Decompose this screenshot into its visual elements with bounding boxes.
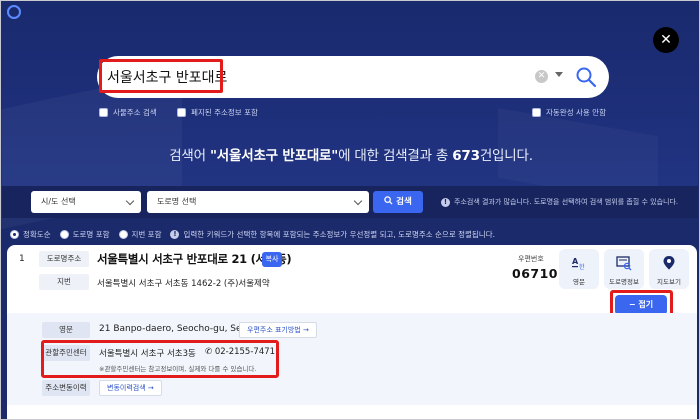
road-select[interactable]: 도로명 선택 xyxy=(147,191,369,213)
logo-icon xyxy=(7,5,21,19)
select-label: 도로명 선택 xyxy=(157,197,197,206)
jibun-address-tag: 지번 xyxy=(39,274,89,290)
option-label: 사물주소 검색 xyxy=(113,107,157,117)
sort-jibun[interactable]: 지번 포함 xyxy=(118,229,162,240)
history-search-link[interactable]: 변동이력검색 → xyxy=(99,380,162,396)
tool-label: 지도보기 xyxy=(657,278,681,286)
english-address-tag: 영문 xyxy=(42,322,90,338)
summary-suffix: 건입니다. xyxy=(479,148,533,164)
road-info-button[interactable]: 도로명정보 xyxy=(604,249,644,289)
chevron-down-icon[interactable] xyxy=(555,72,563,77)
jibun-address: 서울특별시 서초구 서초동 1462-2 (주)서울제약 xyxy=(97,279,270,289)
radio[interactable] xyxy=(10,229,19,239)
search-highlight-box xyxy=(99,59,223,93)
summary-middle: 에 대한 검색결과 총 xyxy=(338,148,453,164)
checkbox[interactable] xyxy=(532,107,541,117)
sort-label: 도로명 포함 xyxy=(72,229,110,239)
map-view-button[interactable]: 지도보기 xyxy=(649,249,689,289)
chevron-down-icon xyxy=(353,196,363,206)
summary-prefix: 검색어 xyxy=(169,148,210,164)
option-label: 자동완성 사용 안함 xyxy=(546,107,606,117)
checkbox[interactable] xyxy=(99,107,108,117)
svg-text:한: 한 xyxy=(579,264,585,271)
summary-count: 673 xyxy=(452,148,480,164)
postal-format-link[interactable]: 우편주소 표기방법 → xyxy=(239,322,317,338)
button-label: 검색 xyxy=(396,197,412,207)
result-index: 1 xyxy=(19,254,25,264)
road-info-icon xyxy=(616,256,632,271)
tool-label: 도로명정보 xyxy=(609,278,639,286)
sort-label: 지번 포함 xyxy=(131,229,162,239)
postal-code: 06710 xyxy=(512,266,558,281)
search-icon xyxy=(384,196,393,205)
chevron-down-icon xyxy=(125,196,135,206)
select-label: 시/도 선택 xyxy=(41,197,76,206)
sido-select[interactable]: 시/도 선택 xyxy=(31,191,141,213)
tool-label: 영문 xyxy=(573,278,585,286)
center-highlight-box xyxy=(41,340,279,378)
option-abolished[interactable]: 폐지된 주소정보 포함 xyxy=(177,105,258,119)
result-summary: 검색어 "서울서초구 반포대로"에 대한 검색결과 총 673건입니다. xyxy=(1,144,699,164)
sort-label: 정확도순 xyxy=(23,229,51,239)
english-icon: A한 xyxy=(572,257,585,271)
info-icon: ! xyxy=(170,229,180,239)
svg-text:A: A xyxy=(572,257,579,266)
address-search-modal: ✕ ✕ 사물주소 검색 폐지된 주소정보 포함 자동완성 사용 안함 검색어 "… xyxy=(0,0,700,420)
close-icon: ✕ xyxy=(660,32,672,48)
english-address: 21 Banpo-daero, Seocho-gu, Seoul xyxy=(99,324,256,334)
sort-accuracy[interactable]: 정확도순 xyxy=(10,229,51,240)
clear-input-icon[interactable]: ✕ xyxy=(535,70,548,83)
result-next-card xyxy=(7,405,697,419)
sort-bar: 정확도순 도로명 포함 지번 포함 ! 입력한 키워드가 선택한 항목에 포함되는… xyxy=(2,225,698,243)
search-icon[interactable] xyxy=(575,66,597,88)
option-old-address[interactable]: 사물주소 검색 xyxy=(99,105,157,119)
checkbox[interactable] xyxy=(177,107,186,117)
hint-text: 입력한 키워드가 선택한 항목에 포함되는 주소정보가 우선정렬 되고, 도로명… xyxy=(183,229,495,239)
address-history-tag: 주소변동이력 xyxy=(42,380,90,396)
map-pin-icon xyxy=(663,256,675,270)
option-label: 폐지된 주소정보 포함 xyxy=(191,107,258,117)
option-autocomplete[interactable]: 자동완성 사용 안함 xyxy=(532,105,606,119)
road-address-tag: 도로명주소 xyxy=(39,251,89,267)
sort-hint: ! 입력한 키워드가 선택한 항목에 포함되는 주소정보가 우선정렬 되고, 도로… xyxy=(170,229,495,240)
radio[interactable] xyxy=(59,229,69,239)
summary-query: "서울서초구 반포대로" xyxy=(209,148,339,164)
hint-text: 주소검색 결과가 많습니다. 도로명을 선택하여 검색 범위를 좁힐 수 있습니… xyxy=(454,198,679,206)
filter-search-button[interactable]: 검색 xyxy=(373,191,423,213)
radio[interactable] xyxy=(118,229,128,239)
filter-hint: ! 주소검색 결과가 많습니다. 도로명을 선택하여 검색 범위를 좁힐 수 있습… xyxy=(441,191,678,213)
close-button[interactable]: ✕ xyxy=(653,27,679,53)
sort-road[interactable]: 도로명 포함 xyxy=(59,229,110,240)
copy-button[interactable]: 복사 xyxy=(262,252,282,267)
postal-label: 우편번호 xyxy=(518,255,544,263)
info-icon: ! xyxy=(441,198,450,207)
english-address-button[interactable]: A한 영문 xyxy=(559,249,599,289)
